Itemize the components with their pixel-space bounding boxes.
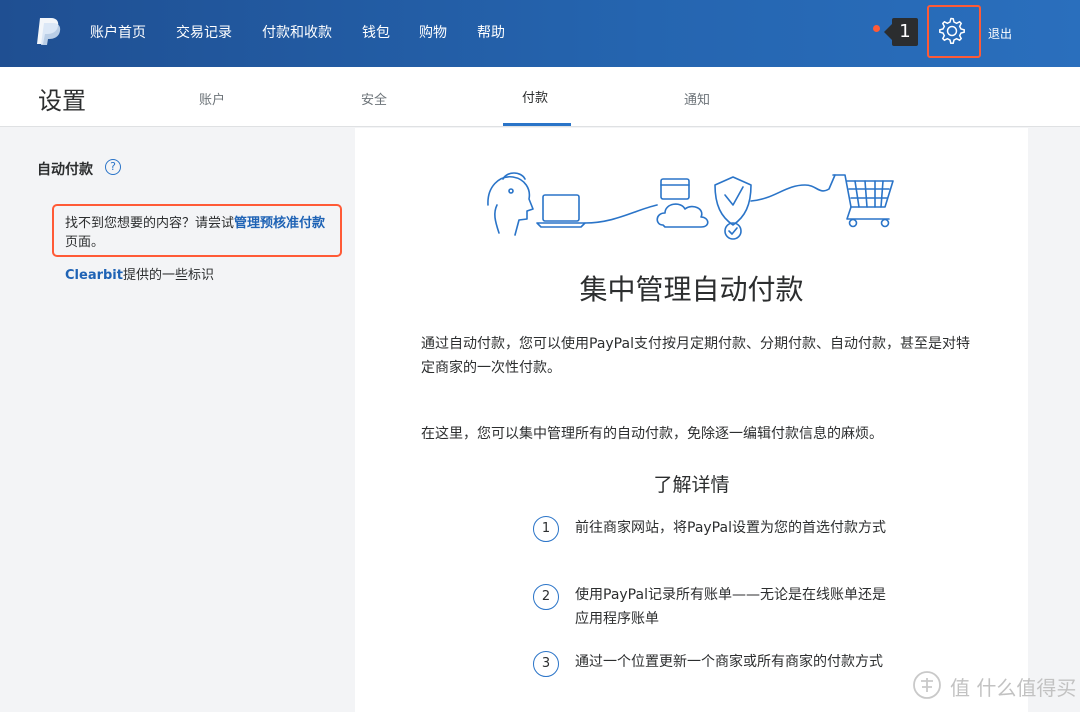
- logout-link[interactable]: 退出: [988, 25, 1012, 42]
- right-gutter: [1028, 128, 1080, 712]
- top-nav: 账户首页 交易记录 付款和收款 钱包 购物 帮助 1 退出: [0, 0, 1080, 67]
- step-number-1: 1: [533, 516, 559, 542]
- step-number-2: 2: [533, 584, 559, 610]
- step-text-3: 通过一个位置更新一个商家或所有商家的付款方式: [575, 654, 883, 670]
- sidebar-title: 自动付款: [37, 162, 93, 178]
- tab-payments[interactable]: 付款: [522, 87, 548, 106]
- step-text-2: 使用PayPal记录所有账单——无论是在线账单还是应用程序账单: [575, 587, 886, 627]
- watermark-icon: [913, 671, 941, 699]
- tab-account[interactable]: 账户: [199, 89, 225, 108]
- page-title: 设置: [38, 87, 86, 115]
- active-tab-indicator: [503, 123, 571, 126]
- clearbit-suffix: 提供的一些标识: [122, 268, 214, 283]
- manage-preapproved-payments-link[interactable]: 管理预核准付款: [234, 216, 325, 231]
- nav-item-shopping[interactable]: 购物: [419, 22, 447, 42]
- step-number-3: 3: [533, 651, 559, 677]
- help-icon[interactable]: ?: [105, 159, 121, 175]
- main-title: 集中管理自动付款: [579, 273, 804, 306]
- step-text-1: 前往商家网站，将PayPal设置为您的首选付款方式: [575, 520, 886, 536]
- paypal-logo-icon[interactable]: [36, 16, 62, 46]
- annotation-badge-1: 1: [884, 18, 918, 46]
- clearbit-attribution: Clearbit提供的一些标识: [65, 264, 214, 283]
- clearbit-link[interactable]: Clearbit: [65, 268, 123, 283]
- nav-item-help[interactable]: 帮助: [477, 22, 505, 42]
- watermark-text: 值 什么值得买: [950, 676, 1077, 700]
- hint-suffix: 页面。: [65, 235, 105, 250]
- gear-icon[interactable]: [938, 17, 966, 45]
- hint-text: 找不到您想要的内容？请尝试管理预核准付款页面。: [65, 214, 335, 252]
- settings-subnav: 设置 账户 安全 付款 通知: [0, 67, 1080, 127]
- tab-security[interactable]: 安全: [361, 89, 387, 108]
- learn-more-heading: 了解详情: [653, 474, 730, 496]
- sidebar: 自动付款 ? 找不到您想要的内容？请尝试管理预核准付款页面。 2 Clearbi…: [0, 128, 403, 712]
- intro-paragraph: 通过自动付款，您可以使用PayPal支付按月定期付款、分期付款、自动付款，甚至是…: [421, 336, 970, 376]
- nav-item-transactions[interactable]: 交易记录: [176, 22, 232, 42]
- manage-paragraph: 在这里，您可以集中管理所有的自动付款，免除逐一编辑付款信息的麻烦。: [421, 426, 883, 442]
- tab-notifications[interactable]: 通知: [684, 89, 710, 108]
- hero-illustration: [487, 172, 894, 240]
- nav-item-wallet[interactable]: 钱包: [362, 22, 390, 42]
- hint-prefix: 找不到您想要的内容？请尝试: [65, 216, 235, 231]
- nav-item-send-receive[interactable]: 付款和收款: [262, 22, 332, 42]
- nav-item-account-home[interactable]: 账户首页: [90, 22, 146, 42]
- annotation-dot-1: [873, 25, 880, 32]
